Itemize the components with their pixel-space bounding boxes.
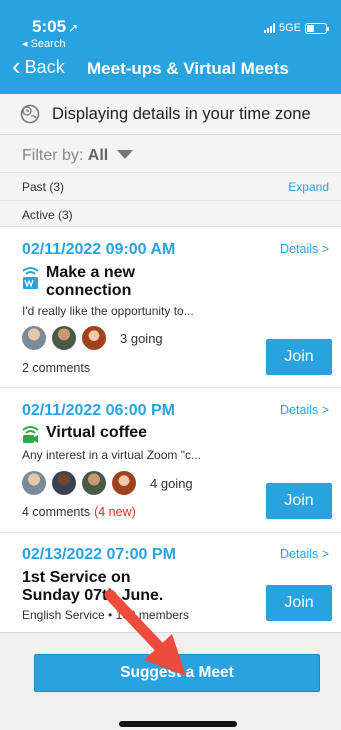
home-indicator[interactable] [119, 721, 237, 727]
meet-title: Virtual coffee [46, 424, 148, 441]
status-back-to-search[interactable]: ◂ Search [22, 37, 65, 50]
network-label: 5GE [278, 22, 301, 34]
meet-title-row: Virtual coffee [22, 424, 147, 444]
clock-globe-icon [20, 104, 40, 124]
join-button[interactable]: Join [266, 585, 332, 621]
filter-label: Filter by: [22, 147, 84, 164]
status-time: 5:05 ↗ [32, 17, 78, 37]
back-button[interactable]: ‹ Back [12, 51, 65, 81]
avatar [82, 326, 106, 350]
section-active: Active (3) [22, 208, 73, 222]
going-count: 3 going [120, 330, 163, 346]
meet-title: Make a new connection [46, 264, 135, 299]
avatar [52, 471, 76, 495]
meet-description: I'd really like the opportunity to... [22, 304, 194, 318]
section-past: Past (3) [22, 180, 65, 194]
status-indicators: 5GE [263, 22, 329, 34]
avatar [22, 326, 46, 350]
meet-date: 02/11/2022 06:00 PM [22, 402, 176, 419]
chevron-left-icon: ‹ [12, 51, 21, 81]
expand-past-link[interactable]: Expand [288, 180, 329, 194]
meet-title: 1st Service on Sunday 07th June. [22, 569, 164, 604]
meet-description: English Service • 100 members [22, 608, 189, 622]
meet-description: Any interest in a virtual Zoom "c... [22, 448, 201, 462]
header: 5:05 ↗ ◂ Search 5GE ‹ Back Meet-ups & Vir… [0, 0, 341, 94]
divider [0, 200, 341, 201]
comments-count[interactable]: 2 comments [22, 361, 90, 375]
avatar [22, 471, 46, 495]
battery-icon [305, 22, 329, 34]
details-link[interactable]: Details > [280, 403, 329, 417]
comments-text: 4 comments [22, 505, 91, 519]
meet-card[interactable]: 02/11/2022 09:00 AM Details > Make a new… [0, 226, 341, 387]
video-call-icon [22, 426, 39, 443]
comments-text: 2 comments [22, 361, 91, 375]
divider [0, 172, 341, 173]
location-arrow-icon: ↗ [68, 21, 79, 35]
join-button[interactable]: Join [266, 339, 332, 375]
details-link[interactable]: Details > [280, 242, 329, 256]
filter-value: All [87, 147, 109, 164]
meet-card[interactable]: 02/13/2022 07:00 PM Details > 1st Servic… [0, 532, 341, 632]
going-count: 4 going [150, 475, 193, 491]
avatar [112, 471, 136, 495]
bottom-bar: Suggest a Meet [0, 632, 341, 730]
meet-date: 02/13/2022 07:00 PM [22, 546, 176, 563]
join-button[interactable]: Join [266, 483, 332, 519]
avatar [52, 326, 76, 350]
new-comments-badge: (4 new) [94, 505, 136, 519]
filter-area: Filter by: All Past (3) Expand Active (3… [0, 135, 341, 226]
meet-title-row: 1st Service on Sunday 07th June. [22, 569, 182, 605]
avatar [82, 471, 106, 495]
attendees: 3 going [22, 326, 163, 350]
comments-count[interactable]: 4 comments (4 new) [22, 505, 136, 519]
wifi-wave-icon [22, 267, 39, 289]
details-link[interactable]: Details > [280, 547, 329, 561]
suggest-meet-button[interactable]: Suggest a Meet [34, 654, 320, 692]
timezone-banner: Displaying details in your time zone [0, 94, 341, 135]
meet-card[interactable]: 02/11/2022 06:00 PM Details > Virtual co… [0, 387, 341, 532]
meet-date: 02/11/2022 09:00 AM [22, 241, 176, 258]
filter-dropdown[interactable]: Filter by: All [22, 147, 133, 165]
timezone-text: Displaying details in your time zone [52, 104, 311, 123]
meet-title-row: Make a new connection [22, 264, 156, 300]
page-title: Meet-ups & Virtual Meets [87, 59, 289, 78]
attendees: 4 going [22, 471, 193, 495]
back-label: Back [24, 57, 65, 77]
caret-down-icon [116, 149, 133, 159]
signal-icon [263, 23, 275, 33]
status-time-text: 5:05 [32, 17, 67, 36]
